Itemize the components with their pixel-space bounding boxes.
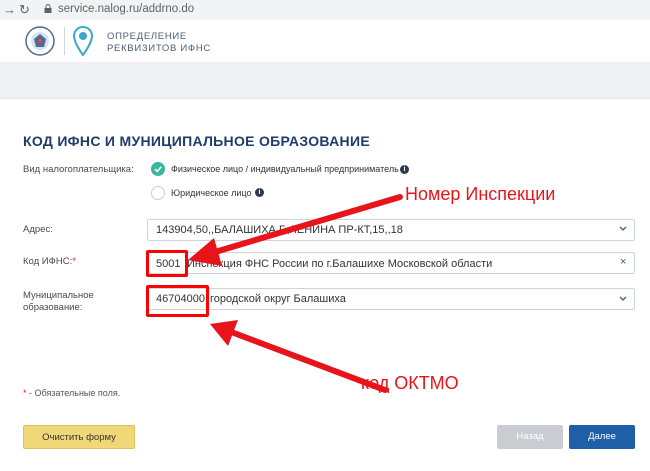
back-button[interactable]: Назад <box>497 425 563 449</box>
annotation-inspection: Номер Инспекции <box>405 184 556 204</box>
arrow-head-ifns-icon <box>188 238 222 266</box>
annotation-oktmo: код ОКТМО <box>361 373 459 393</box>
required-note: * - Обязательные поля. <box>23 388 120 398</box>
next-button[interactable]: Далее <box>569 425 635 449</box>
required-note-text: - Обязательные поля. <box>26 388 121 398</box>
clear-form-button[interactable]: Очистить форму <box>23 425 135 449</box>
annotation-arrows <box>188 194 403 393</box>
arrow-to-ifns <box>202 194 403 258</box>
